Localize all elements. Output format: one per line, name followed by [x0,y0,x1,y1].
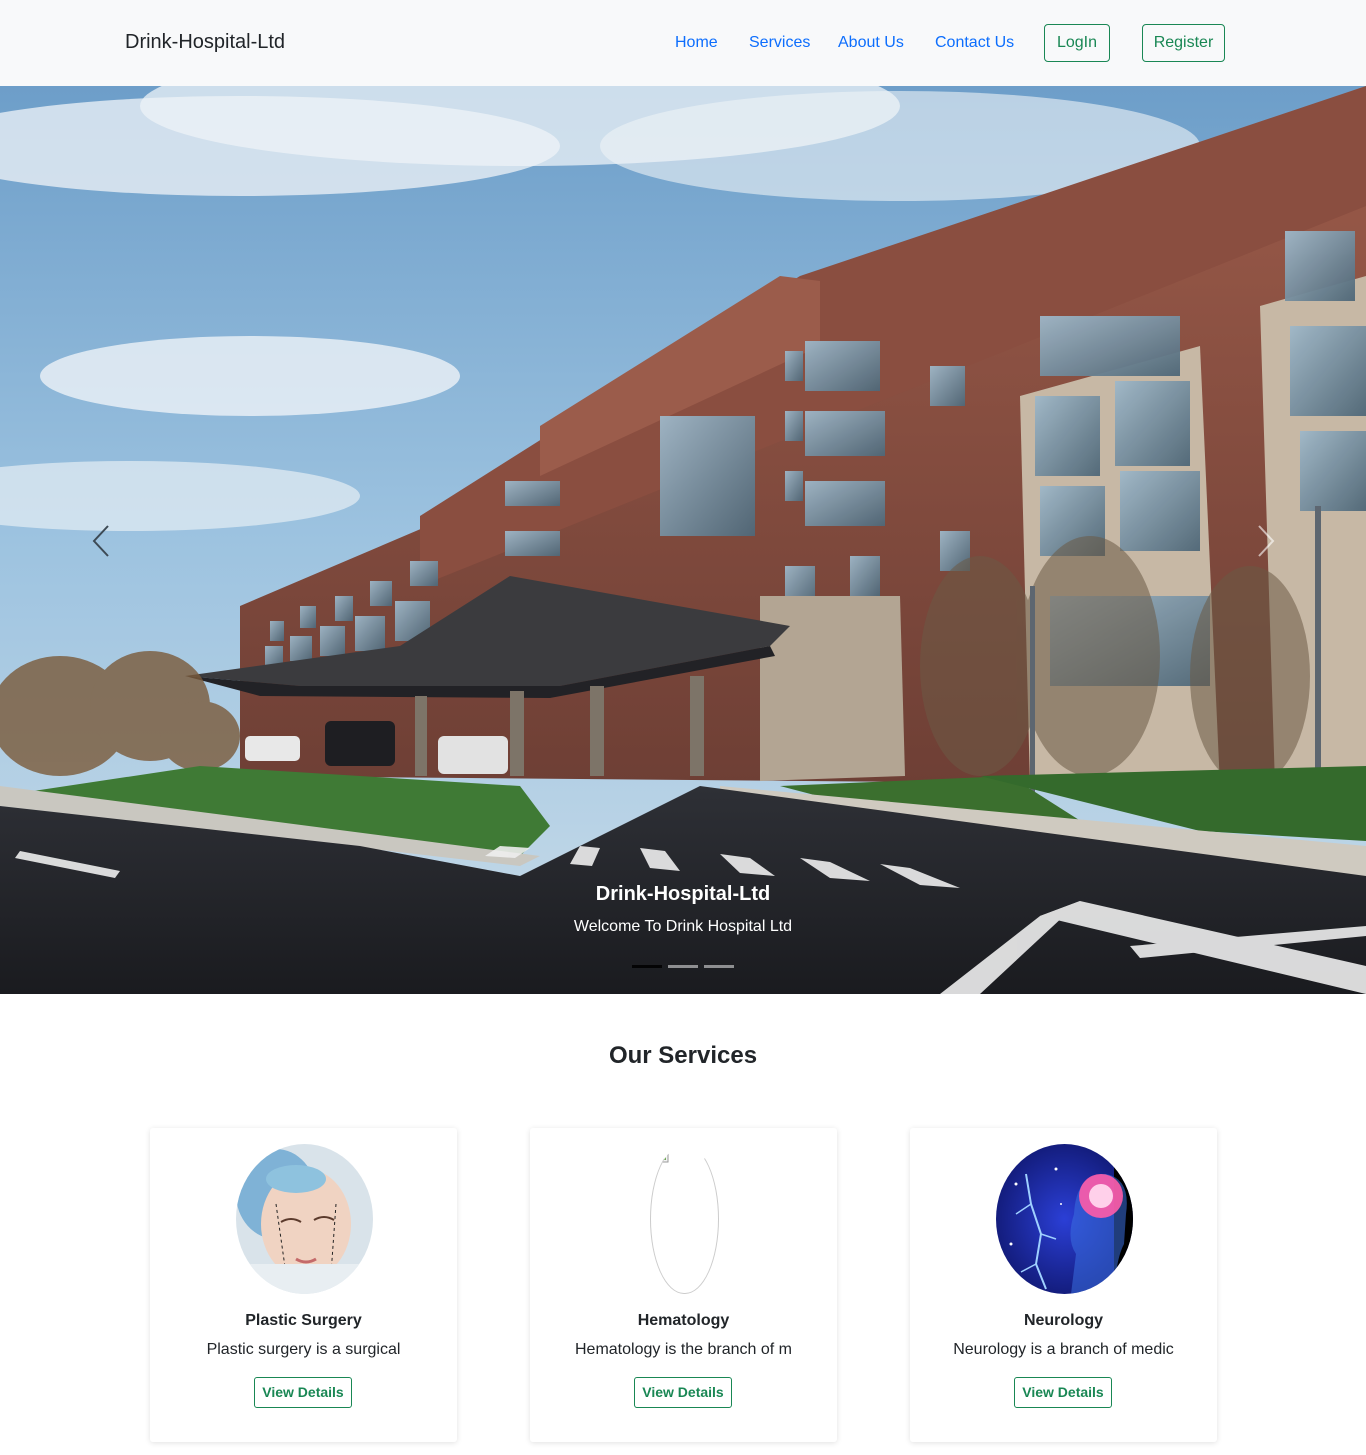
carousel-prev-control[interactable] [92,524,112,558]
carousel-indicator-1[interactable] [632,965,662,968]
card-text: Hematology is the branch of m [575,1341,792,1358]
card-text: Neurology is a branch of medic [953,1341,1174,1358]
service-card-plastic-surgery: Plastic Surgery Plastic surgery is a sur… [150,1128,457,1442]
nav-contact-us[interactable]: Contact Us [935,34,1014,52]
brand-logo[interactable]: Drink-Hospital-Ltd [125,31,285,54]
view-details-button[interactable]: View Details [634,1377,732,1408]
carousel-caption: Drink-Hospital-Ltd Welcome To Drink Hosp… [0,883,1366,936]
chevron-left-icon [92,525,109,557]
login-button[interactable]: LogIn [1044,24,1110,62]
nav-about-us[interactable]: About Us [838,34,904,52]
services-heading: Our Services [608,1042,758,1069]
carousel-indicator-3[interactable] [704,965,734,968]
card-text: Plastic surgery is a surgical [206,1341,401,1358]
broken-image-icon [650,1144,719,1294]
view-details-button[interactable]: View Details [1014,1377,1112,1408]
hospital-building-image [0,86,1366,994]
carousel-indicator-2[interactable] [668,965,698,968]
card-title: Hematology [637,1312,730,1329]
navbar: Drink-Hospital-Ltd Home Services About U… [0,0,1366,86]
caption-subtitle: Welcome To Drink Hospital Ltd [573,918,793,935]
neurology-brain-image [996,1144,1133,1294]
nav-services[interactable]: Services [749,34,810,52]
caption-title: Drink-Hospital-Ltd [595,883,771,905]
register-button[interactable]: Register [1142,24,1225,62]
service-card-neurology: Neurology Neurology is a branch of medic… [910,1128,1217,1442]
hero-carousel: Drink-Hospital-Ltd Welcome To Drink Hosp… [0,86,1366,994]
card-title: Neurology [1023,1312,1104,1329]
nav-home[interactable]: Home [675,34,718,52]
carousel-next-control[interactable] [1255,524,1275,558]
chevron-right-icon [1258,525,1275,557]
plastic-surgery-image [236,1144,373,1294]
card-title: Plastic Surgery [245,1312,362,1329]
service-card-hematology: Hematology Hematology is the branch of m… [530,1128,837,1442]
view-details-button[interactable]: View Details [254,1377,352,1408]
